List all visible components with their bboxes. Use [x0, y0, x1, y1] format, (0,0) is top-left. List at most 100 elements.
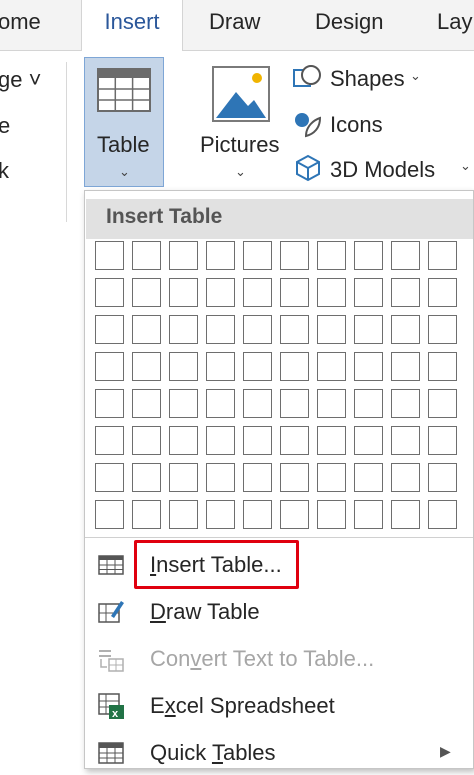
tab-insert[interactable]: Insert: [81, 0, 183, 51]
draw-table-icon: [98, 601, 124, 623]
table-grid-cell[interactable]: [95, 426, 124, 455]
table-grid-cell[interactable]: [428, 389, 457, 418]
table-grid-cell[interactable]: [95, 315, 124, 344]
table-grid-cell[interactable]: [95, 278, 124, 307]
table-grid-cell[interactable]: [280, 352, 309, 381]
tab-draw[interactable]: Draw: [209, 0, 260, 50]
table-grid-cell[interactable]: [354, 426, 383, 455]
ribbon-tab-bar: ome Insert Draw Design Lay: [0, 0, 474, 51]
table-grid-cell[interactable]: [243, 389, 272, 418]
table-grid-cell[interactable]: [95, 389, 124, 418]
ribbon-left-item-1[interactable]: ge ˅: [0, 67, 41, 93]
table-grid-cell[interactable]: [280, 241, 309, 270]
excel-spreadsheet-menu-item[interactable]: x Excel Spreadsheet: [85, 684, 473, 728]
table-grid-cell[interactable]: [132, 500, 161, 529]
table-grid-cell[interactable]: [391, 278, 420, 307]
table-grid-cell[interactable]: [132, 389, 161, 418]
table-grid-cell[interactable]: [317, 241, 346, 270]
table-grid-cell[interactable]: [317, 389, 346, 418]
table-grid-cell[interactable]: [428, 426, 457, 455]
table-grid-cell[interactable]: [391, 500, 420, 529]
table-grid-cell[interactable]: [428, 241, 457, 270]
table-grid-cell[interactable]: [317, 315, 346, 344]
table-grid-cell[interactable]: [169, 463, 198, 492]
table-grid-cell[interactable]: [169, 352, 198, 381]
table-grid-cell[interactable]: [391, 241, 420, 270]
table-grid-cell[interactable]: [354, 241, 383, 270]
table-grid-cell[interactable]: [280, 426, 309, 455]
table-grid-cell[interactable]: [280, 500, 309, 529]
table-grid-cell[interactable]: [206, 241, 235, 270]
table-grid-cell[interactable]: [243, 352, 272, 381]
table-grid-cell[interactable]: [169, 426, 198, 455]
3d-models-button-label[interactable]: 3D Models: [330, 157, 435, 183]
table-grid-cell[interactable]: [317, 463, 346, 492]
tab-home[interactable]: ome: [0, 0, 41, 50]
table-grid-cell[interactable]: [206, 278, 235, 307]
draw-table-menu-item[interactable]: Draw Table: [85, 590, 473, 634]
table-grid-cell[interactable]: [428, 315, 457, 344]
quick-tables-menu-item[interactable]: Quick Tables ▶: [85, 731, 473, 775]
pictures-button-label[interactable]: Pictures: [200, 132, 279, 158]
table-grid-cell[interactable]: [391, 389, 420, 418]
table-grid-cell[interactable]: [169, 278, 198, 307]
table-grid-cell[interactable]: [206, 352, 235, 381]
table-button-label: Table: [97, 132, 150, 157]
table-grid-cell[interactable]: [391, 315, 420, 344]
icons-button-label[interactable]: Icons: [330, 112, 383, 138]
table-grid-cell[interactable]: [243, 278, 272, 307]
table-grid-cell[interactable]: [132, 463, 161, 492]
table-grid-cell[interactable]: [354, 352, 383, 381]
table-grid-cell[interactable]: [206, 315, 235, 344]
table-grid-cell[interactable]: [391, 463, 420, 492]
table-grid-cell[interactable]: [95, 463, 124, 492]
table-grid-cell[interactable]: [132, 241, 161, 270]
table-button[interactable]: Table ⌄: [84, 57, 164, 187]
table-grid-cell[interactable]: [169, 500, 198, 529]
shapes-button-label[interactable]: Shapes: [330, 66, 405, 92]
table-grid-cell[interactable]: [280, 463, 309, 492]
table-grid-cell[interactable]: [243, 500, 272, 529]
table-grid-cell[interactable]: [280, 389, 309, 418]
ribbon-left-item-2[interactable]: e: [0, 113, 10, 139]
table-grid-cell[interactable]: [95, 500, 124, 529]
table-grid-cell[interactable]: [243, 426, 272, 455]
table-grid-cell[interactable]: [206, 426, 235, 455]
table-grid-cell[interactable]: [354, 389, 383, 418]
table-grid-cell[interactable]: [317, 278, 346, 307]
tab-layout[interactable]: Lay: [437, 0, 472, 50]
ribbon-left-item-3[interactable]: k: [0, 158, 9, 184]
table-grid-cell[interactable]: [132, 315, 161, 344]
table-grid-cell[interactable]: [391, 352, 420, 381]
table-grid-cell[interactable]: [354, 463, 383, 492]
table-grid-cell[interactable]: [428, 278, 457, 307]
table-grid-cell[interactable]: [169, 241, 198, 270]
table-size-grid[interactable]: [95, 241, 465, 536]
table-grid-cell[interactable]: [317, 352, 346, 381]
table-grid-cell[interactable]: [317, 500, 346, 529]
table-grid-cell[interactable]: [280, 315, 309, 344]
table-grid-cell[interactable]: [206, 500, 235, 529]
table-grid-cell[interactable]: [206, 463, 235, 492]
table-grid-cell[interactable]: [354, 315, 383, 344]
table-grid-cell[interactable]: [354, 278, 383, 307]
table-grid-cell[interactable]: [132, 278, 161, 307]
table-grid-cell[interactable]: [206, 389, 235, 418]
table-grid-cell[interactable]: [169, 389, 198, 418]
table-grid-cell[interactable]: [243, 241, 272, 270]
table-grid-cell[interactable]: [391, 426, 420, 455]
table-grid-cell[interactable]: [95, 241, 124, 270]
table-grid-cell[interactable]: [243, 463, 272, 492]
table-grid-cell[interactable]: [354, 500, 383, 529]
table-grid-cell[interactable]: [428, 352, 457, 381]
table-grid-cell[interactable]: [280, 278, 309, 307]
tab-design[interactable]: Design: [315, 0, 383, 50]
table-grid-cell[interactable]: [132, 426, 161, 455]
table-grid-cell[interactable]: [95, 352, 124, 381]
table-grid-cell[interactable]: [243, 315, 272, 344]
table-grid-cell[interactable]: [428, 500, 457, 529]
table-grid-cell[interactable]: [428, 463, 457, 492]
table-grid-cell[interactable]: [317, 426, 346, 455]
table-grid-cell[interactable]: [132, 352, 161, 381]
table-grid-cell[interactable]: [169, 315, 198, 344]
